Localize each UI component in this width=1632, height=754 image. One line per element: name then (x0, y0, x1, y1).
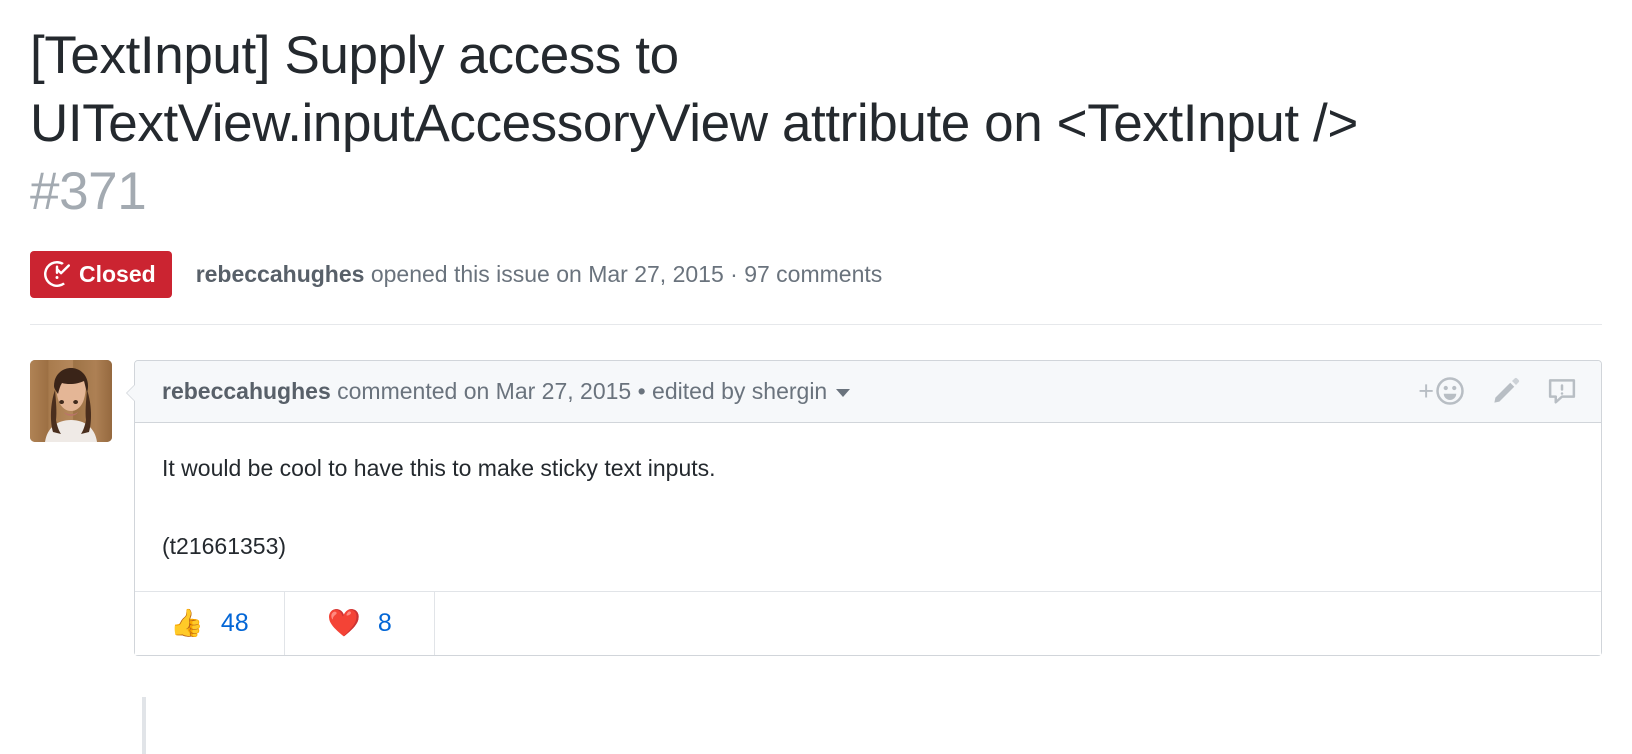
avatar-column (30, 360, 115, 655)
comment-header-text: rebeccahughes commented on Mar 27, 2015 … (162, 377, 851, 404)
edit-comment-button[interactable] (1491, 376, 1521, 406)
comment-header-actions: + (1418, 376, 1577, 406)
comment-action: commented on (337, 377, 490, 404)
report-speech-bubble-icon (1547, 376, 1577, 406)
plus-icon: + (1418, 375, 1434, 406)
avatar[interactable] (30, 360, 112, 443)
issue-meta-action: opened this issue on (370, 261, 582, 288)
add-reaction-button[interactable]: + (1418, 376, 1465, 406)
status-badge-label: Closed (79, 260, 156, 287)
reactions-bar: 👍 48 ❤️ 8 (135, 590, 1601, 655)
comment-date: Mar 27, 2015 (495, 377, 632, 404)
issue-comment-count: 97 comments (744, 261, 883, 288)
issue-number: #371 (30, 161, 147, 221)
issue-meta-text: rebeccahughes opened this issue on Mar 2… (196, 263, 883, 286)
issue-closed-icon (44, 261, 70, 288)
pencil-icon (1491, 376, 1521, 406)
issue-title-line-1: [TextInput] Supply access to (30, 26, 679, 85)
reaction-count: 8 (377, 608, 392, 637)
chevron-down-icon[interactable] (836, 388, 851, 397)
issue-page: [TextInput] Supply access to UITextView.… (0, 0, 1632, 754)
comment-body: It would be cool to have this to make st… (135, 423, 1601, 590)
heart-icon: ❤️ (327, 607, 361, 638)
reaction-thumbs-up[interactable]: 👍 48 (135, 591, 285, 655)
issue-author-link[interactable]: rebeccahughes (196, 261, 365, 287)
timeline-connector-line (142, 697, 146, 754)
thumbs-up-icon: 👍 (170, 607, 204, 638)
comment-box: rebeccahughes commented on Mar 27, 2015 … (126, 360, 1602, 656)
timeline-comment: rebeccahughes commented on Mar 27, 2015 … (30, 360, 1602, 656)
reaction-heart[interactable]: ❤️ 8 (285, 591, 435, 655)
reactions-empty-space (435, 591, 1601, 655)
issue-meta-separator: · (730, 261, 738, 288)
smiley-icon (1435, 376, 1465, 406)
comment-paragraph: (t21661353) (162, 533, 287, 560)
comment-header: rebeccahughes commented on Mar 27, 2015 … (135, 361, 1601, 424)
issue-meta-row: Closed rebeccahughes opened this issue o… (30, 251, 1602, 326)
reaction-count: 48 (220, 608, 249, 637)
report-content-button[interactable] (1547, 376, 1577, 406)
status-badge[interactable]: Closed (30, 251, 172, 299)
comment-edited-by[interactable]: edited by shergin (652, 378, 827, 404)
comment-paragraph: It would be cool to have this to make st… (162, 455, 716, 482)
comment-author-link[interactable]: rebeccahughes (162, 378, 331, 404)
comment-edit-separator: • (637, 377, 646, 404)
issue-title-line-2: UITextView.inputAccessoryView attribute … (30, 93, 1358, 153)
issue-meta-date: Mar 27, 2015 (588, 261, 724, 288)
page-title: [TextInput] Supply access to UITextView.… (30, 0, 1602, 225)
